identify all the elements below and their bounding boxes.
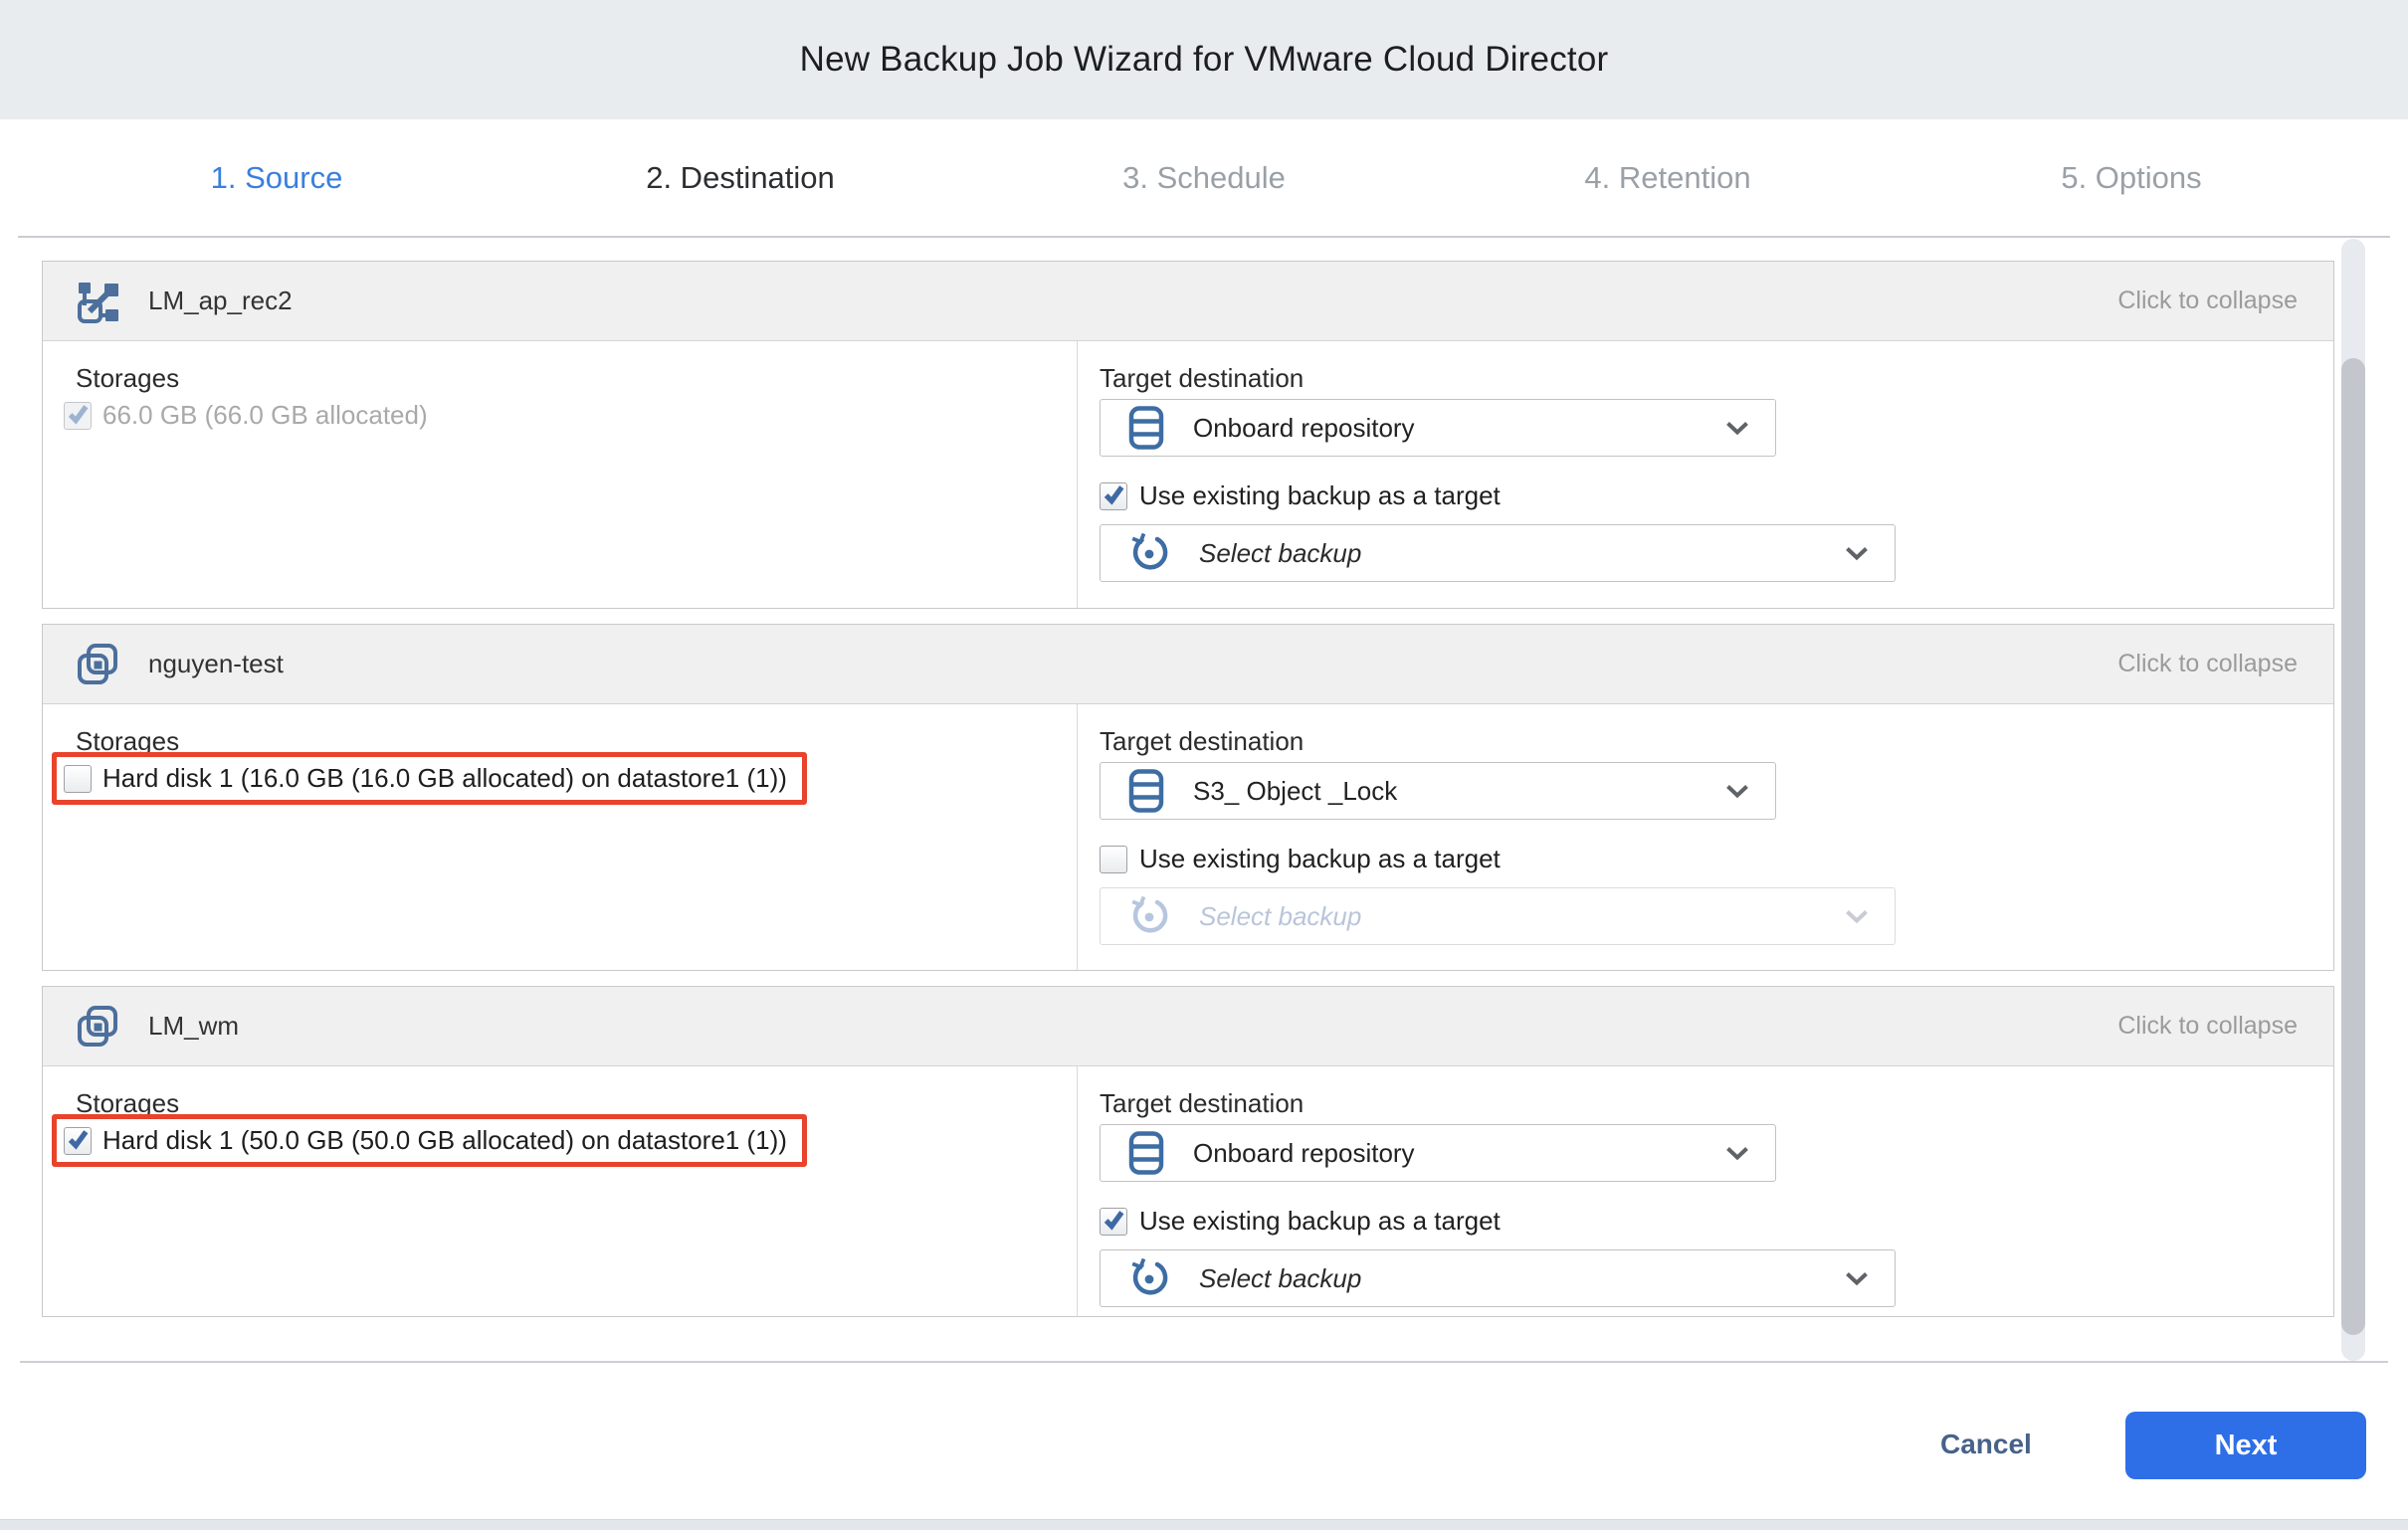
use-existing-row: Use existing backup as a target	[1100, 1206, 1501, 1237]
section-header-nguyen-test[interactable]: nguyen-test Click to collapse	[43, 625, 2333, 704]
vapp-icon	[76, 1005, 119, 1049]
backup-placeholder: Select backup	[1199, 1263, 1361, 1294]
wizard-dialog: New Backup Job Wizard for VMware Cloud D…	[0, 0, 2408, 1520]
cancel-button[interactable]: Cancel	[1940, 1429, 2032, 1460]
use-existing-checkbox[interactable]	[1100, 482, 1127, 510]
backup-dropdown[interactable]: Select backup	[1100, 1249, 1896, 1307]
section-body: Storages Hard disk 1 (50.0 GB (50.0 GB a…	[43, 1066, 2333, 1316]
check-icon	[1103, 483, 1125, 506]
check-icon	[67, 403, 90, 426]
use-existing-row: Use existing backup as a target	[1100, 844, 1501, 874]
backup-dropdown[interactable]: Select backup	[1100, 524, 1896, 582]
scrollbar-track[interactable]	[2341, 239, 2365, 1361]
check-icon	[1103, 1209, 1125, 1232]
storage-label[interactable]: 66.0 GB (66.0 GB allocated)	[102, 400, 428, 431]
chevron-down-icon	[1725, 421, 1749, 436]
target-destination-label: Target destination	[1100, 1088, 1304, 1119]
wizard-steps: 1. Source 2. Destination 3. Schedule 4. …	[45, 119, 2363, 236]
restore-point-icon	[1128, 1257, 1170, 1299]
footer-divider	[20, 1361, 2388, 1363]
chevron-down-icon	[1725, 784, 1749, 799]
title-bar: New Backup Job Wizard for VMware Cloud D…	[0, 0, 2408, 119]
vapp-icon	[76, 643, 119, 686]
use-existing-label[interactable]: Use existing backup as a target	[1139, 844, 1501, 874]
storage-row: Hard disk 1 (16.0 GB (16.0 GB allocated)…	[52, 752, 807, 805]
section-title: LM_wm	[148, 1011, 239, 1042]
scrollbar-thumb[interactable]	[2341, 358, 2365, 1335]
repository-dropdown[interactable]: S3_ Object _Lock	[1100, 762, 1776, 820]
tab-source[interactable]: 1. Source	[45, 160, 508, 196]
section-lm-wm: LM_wm Click to collapse Storages Hard di…	[42, 986, 2334, 1317]
collapse-hint: Click to collapse	[2117, 287, 2298, 315]
backup-placeholder: Select backup	[1199, 901, 1361, 932]
vapp-network-icon	[76, 280, 119, 323]
use-existing-checkbox[interactable]	[1100, 846, 1127, 873]
storage-checkbox[interactable]	[64, 1127, 92, 1155]
collapse-hint: Click to collapse	[2117, 650, 2298, 678]
storage-checkbox[interactable]	[64, 402, 92, 430]
use-existing-row: Use existing backup as a target	[1100, 480, 1501, 511]
repository-icon	[1128, 1131, 1164, 1175]
tab-destination[interactable]: 2. Destination	[508, 160, 972, 196]
repository-value: S3_ Object _Lock	[1193, 776, 1397, 807]
repository-dropdown[interactable]: Onboard repository	[1100, 399, 1776, 457]
column-divider	[1077, 341, 1078, 608]
target-destination-label: Target destination	[1100, 726, 1304, 757]
use-existing-label[interactable]: Use existing backup as a target	[1139, 480, 1501, 511]
repository-value: Onboard repository	[1193, 413, 1415, 444]
backup-placeholder: Select backup	[1199, 538, 1361, 569]
storage-checkbox[interactable]	[64, 765, 92, 793]
repository-icon	[1128, 769, 1164, 813]
repository-dropdown[interactable]: Onboard repository	[1100, 1124, 1776, 1182]
storage-row: Hard disk 1 (50.0 GB (50.0 GB allocated)…	[52, 1114, 807, 1167]
repository-icon	[1128, 406, 1164, 450]
restore-point-icon	[1128, 532, 1170, 574]
column-divider	[1077, 704, 1078, 970]
section-body: Storages Hard disk 1 (16.0 GB (16.0 GB a…	[43, 704, 2333, 970]
check-icon	[67, 1128, 90, 1151]
section-nguyen-test: nguyen-test Click to collapse Storages H…	[42, 624, 2334, 971]
section-lm-ap-rec2: LM_ap_rec2 Click to collapse Storages 66…	[42, 261, 2334, 609]
page-title: New Backup Job Wizard for VMware Cloud D…	[800, 40, 1609, 80]
restore-point-icon	[1128, 895, 1170, 937]
target-destination-label: Target destination	[1100, 363, 1304, 394]
chevron-down-icon	[1845, 909, 1869, 924]
section-header-lm-wm[interactable]: LM_wm Click to collapse	[43, 987, 2333, 1066]
next-button[interactable]: Next	[2125, 1412, 2366, 1479]
section-title: nguyen-test	[148, 649, 284, 679]
use-existing-label[interactable]: Use existing backup as a target	[1139, 1206, 1501, 1237]
section-title: LM_ap_rec2	[148, 286, 293, 316]
section-header-lm-ap-rec2[interactable]: LM_ap_rec2 Click to collapse	[43, 262, 2333, 341]
storage-label[interactable]: Hard disk 1 (16.0 GB (16.0 GB allocated)…	[102, 763, 787, 794]
tab-options[interactable]: 5. Options	[1900, 160, 2363, 196]
chevron-down-icon	[1845, 1271, 1869, 1286]
use-existing-checkbox[interactable]	[1100, 1208, 1127, 1236]
collapse-hint: Click to collapse	[2117, 1012, 2298, 1041]
storage-label[interactable]: Hard disk 1 (50.0 GB (50.0 GB allocated)…	[102, 1125, 787, 1156]
page-background-strip	[0, 1520, 2408, 1530]
backup-dropdown: Select backup	[1100, 887, 1896, 945]
tab-retention[interactable]: 4. Retention	[1436, 160, 1900, 196]
column-divider	[1077, 1066, 1078, 1316]
tabs-divider	[18, 236, 2390, 238]
tab-schedule[interactable]: 3. Schedule	[972, 160, 1436, 196]
section-body: Storages 66.0 GB (66.0 GB allocated) Tar…	[43, 341, 2333, 608]
chevron-down-icon	[1845, 546, 1869, 561]
repository-value: Onboard repository	[1193, 1138, 1415, 1169]
chevron-down-icon	[1725, 1146, 1749, 1161]
storage-row: 66.0 GB (66.0 GB allocated)	[52, 389, 448, 442]
